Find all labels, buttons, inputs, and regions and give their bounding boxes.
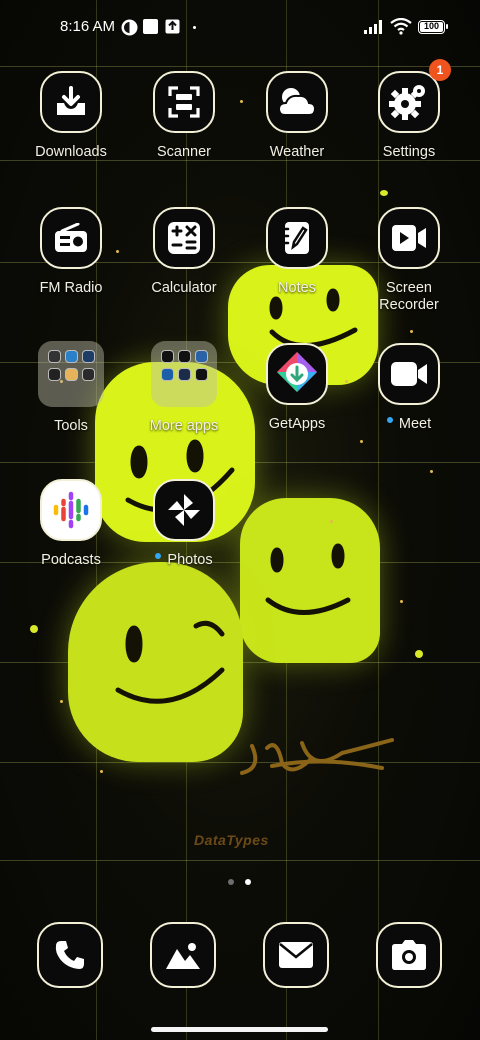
- app-screen-recorder[interactable]: Screen Recorder: [354, 207, 464, 314]
- battery-icon: 100: [418, 20, 448, 34]
- app-weather[interactable]: Weather: [242, 71, 352, 161]
- page-dot-1[interactable]: [228, 879, 234, 885]
- app-label: Scanner: [156, 144, 211, 160]
- signal-icon: [364, 20, 382, 34]
- phone-icon: [37, 922, 103, 988]
- app-label: Weather: [269, 144, 325, 160]
- app-scanner[interactable]: Scanner: [129, 71, 239, 161]
- video-camera-icon: [378, 343, 440, 405]
- wallpaper-watermark: DataTypes: [194, 832, 269, 848]
- upload-arrow-icon: [165, 19, 180, 34]
- app-label: Notes: [278, 280, 316, 296]
- dock-camera[interactable]: [376, 922, 442, 988]
- gear-icon: [378, 71, 440, 133]
- download-tray-icon: [40, 71, 102, 133]
- camera-icon: [376, 922, 442, 988]
- app-label: More apps: [149, 418, 219, 434]
- dock-gallery[interactable]: [150, 922, 216, 988]
- app-label: Podcasts: [41, 552, 101, 568]
- new-indicator-dot: [155, 553, 162, 560]
- landscape-icon: [150, 922, 216, 988]
- app-label: Meet: [354, 416, 464, 433]
- app-label: GetApps: [268, 416, 326, 432]
- app-label: Screen Recorder: [379, 280, 439, 313]
- app-label: Settings: [382, 144, 436, 160]
- app-label: Calculator: [151, 280, 217, 296]
- app-podcasts[interactable]: Podcasts: [16, 479, 126, 569]
- radio-icon: [40, 207, 102, 269]
- app-photos[interactable]: Photos: [129, 479, 239, 569]
- app-label: FM Radio: [39, 280, 103, 296]
- notepad-pen-icon: [266, 207, 328, 269]
- app-label-text: Meet: [398, 416, 432, 432]
- folder-icon: [38, 341, 104, 407]
- app-label: Tools: [54, 418, 88, 434]
- app-label-text: Photos: [167, 552, 213, 568]
- signature-mark: [240, 738, 394, 775]
- scan-frame-icon: [153, 71, 215, 133]
- app-label: Photos: [129, 552, 239, 569]
- notification-square-icon: [143, 19, 158, 34]
- battery-level: 100: [423, 21, 440, 31]
- dock-messages[interactable]: [263, 922, 329, 988]
- home-gesture-bar[interactable]: [151, 1027, 328, 1032]
- podcasts-icon: [40, 479, 102, 541]
- app-folder-tools[interactable]: Tools: [16, 341, 126, 435]
- app-settings[interactable]: 1 Settings: [354, 59, 464, 161]
- getapps-icon: [266, 343, 328, 405]
- app-folder-more-apps[interactable]: More apps: [129, 341, 239, 435]
- page-dot-2-active[interactable]: [245, 879, 251, 885]
- app-meet[interactable]: Meet: [354, 343, 464, 433]
- app-calculator[interactable]: Calculator: [129, 207, 239, 297]
- app-notes[interactable]: Notes: [242, 207, 352, 297]
- app-label: Downloads: [35, 144, 107, 160]
- dot-icon: [193, 26, 196, 29]
- new-indicator-dot: [386, 417, 393, 424]
- cloud-icon: [266, 71, 328, 133]
- notification-app-icon: [121, 19, 138, 36]
- status-time: 8:16 AM: [60, 18, 116, 35]
- calculator-icon: [153, 207, 215, 269]
- wifi-icon: [390, 18, 412, 35]
- app-downloads[interactable]: Downloads: [16, 71, 126, 161]
- status-bar: 8:16 AM 100: [0, 0, 480, 56]
- pinwheel-icon: [153, 479, 215, 541]
- app-fm-radio[interactable]: FM Radio: [16, 207, 126, 297]
- app-getapps[interactable]: GetApps: [242, 343, 352, 433]
- folder-icon: [151, 341, 217, 407]
- video-record-icon: [378, 207, 440, 269]
- dock-phone[interactable]: [37, 922, 103, 988]
- envelope-icon: [263, 922, 329, 988]
- notification-badge: 1: [429, 59, 451, 81]
